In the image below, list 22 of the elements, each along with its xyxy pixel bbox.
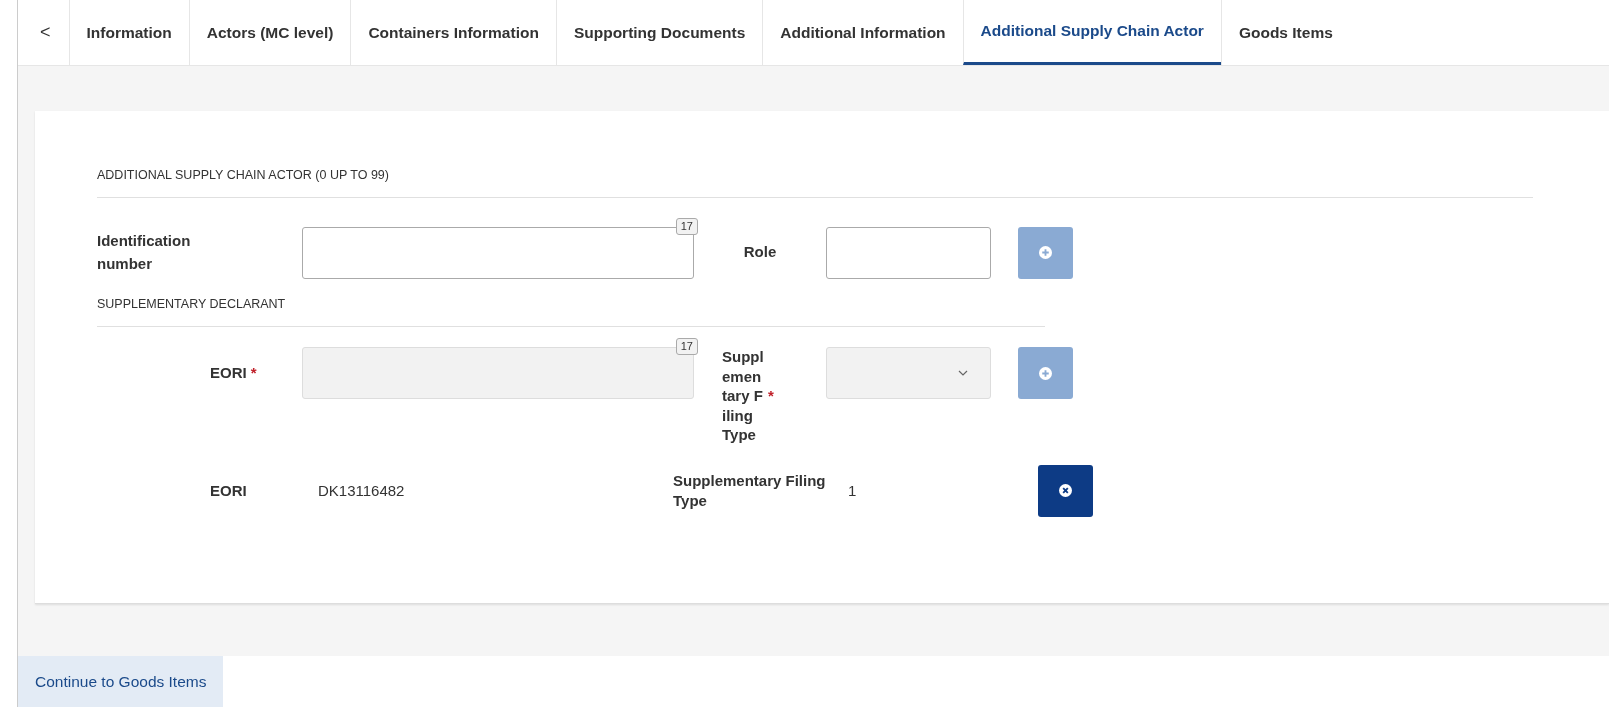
required-marker: * [250,363,257,383]
field-value: DK13116482 [318,480,406,501]
field-label: Role [743,242,777,263]
close-icon [1059,484,1072,498]
continue-button[interactable]: Continue to Goods Items [18,655,224,707]
character-counter: 17 [675,217,698,235]
section-heading: SUPPLEMENTARY DECLARANT [97,294,1045,328]
section-heading: ADDITIONAL SUPPLY CHAIN ACTOR (0 UP TO 99) [97,165,1533,198]
remove-button[interactable] [1038,464,1093,517]
field-label: EORI [210,480,248,501]
plus-icon [1039,366,1052,380]
required-marker: * [768,385,774,406]
text-field[interactable] [826,226,991,279]
field-value: 1 [848,480,858,501]
field-label: Supplementary Filing Type [722,347,764,445]
chevron-down-icon [958,370,968,377]
field-label: Supplementary Filing Type [673,471,827,511]
field-label: EORI [210,363,247,383]
field-label: Identification number [97,231,192,274]
character-counter: 17 [675,338,698,356]
plus-icon [1039,246,1052,259]
tab[interactable]: Additional Supply Chain Actor [962,0,1221,65]
